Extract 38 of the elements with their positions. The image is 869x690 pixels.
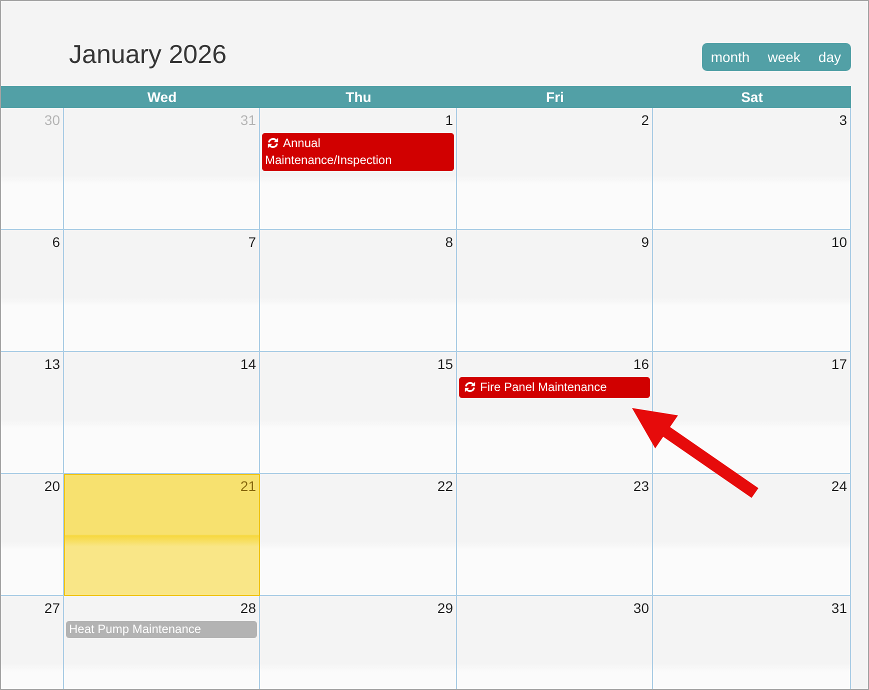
day-number: 10 [831, 233, 847, 251]
weekday-label: Sat [741, 88, 763, 106]
calendar-event[interactable]: Fire Panel Maintenance [459, 377, 650, 398]
day-number: 3 [839, 111, 847, 129]
day-number: 30 [633, 599, 649, 617]
weekday-label: Wed [147, 88, 177, 106]
calendar-event[interactable]: Annual Maintenance/Inspection [262, 133, 454, 171]
calendar-event[interactable]: Heat Pump Maintenance [66, 621, 257, 638]
day-number: 28 [240, 599, 256, 617]
weekday-label: Fri [546, 88, 564, 106]
view-button[interactable]: month [702, 43, 759, 71]
day-number: 6 [52, 233, 60, 251]
day-number: 7 [248, 233, 256, 251]
day-number: 16 [633, 355, 649, 373]
day-number: 31 [831, 599, 847, 617]
day-number: 8 [445, 233, 453, 251]
refresh-icon [267, 137, 279, 149]
day-number: 1 [445, 111, 453, 129]
view-button[interactable]: week [758, 43, 810, 71]
day-number: 17 [831, 355, 847, 373]
weekday-label: Thu [346, 88, 372, 106]
day-number: 15 [437, 355, 453, 373]
day-number: 13 [44, 355, 60, 373]
day-number: 31 [240, 111, 256, 129]
day-number: 23 [633, 477, 649, 495]
day-number: 27 [44, 599, 60, 617]
refresh-icon [464, 381, 476, 393]
day-number: 22 [437, 477, 453, 495]
day-number: 2 [641, 111, 649, 129]
calendar-title: January 2026 [69, 38, 227, 71]
day-number: 29 [437, 599, 453, 617]
day-number: 14 [240, 355, 256, 373]
day-number: 30 [44, 111, 60, 129]
day-number: 20 [44, 477, 60, 495]
day-number: 21 [240, 477, 256, 495]
view-button[interactable]: day [809, 43, 851, 71]
day-number: 24 [831, 477, 847, 495]
day-number: 9 [641, 233, 649, 251]
